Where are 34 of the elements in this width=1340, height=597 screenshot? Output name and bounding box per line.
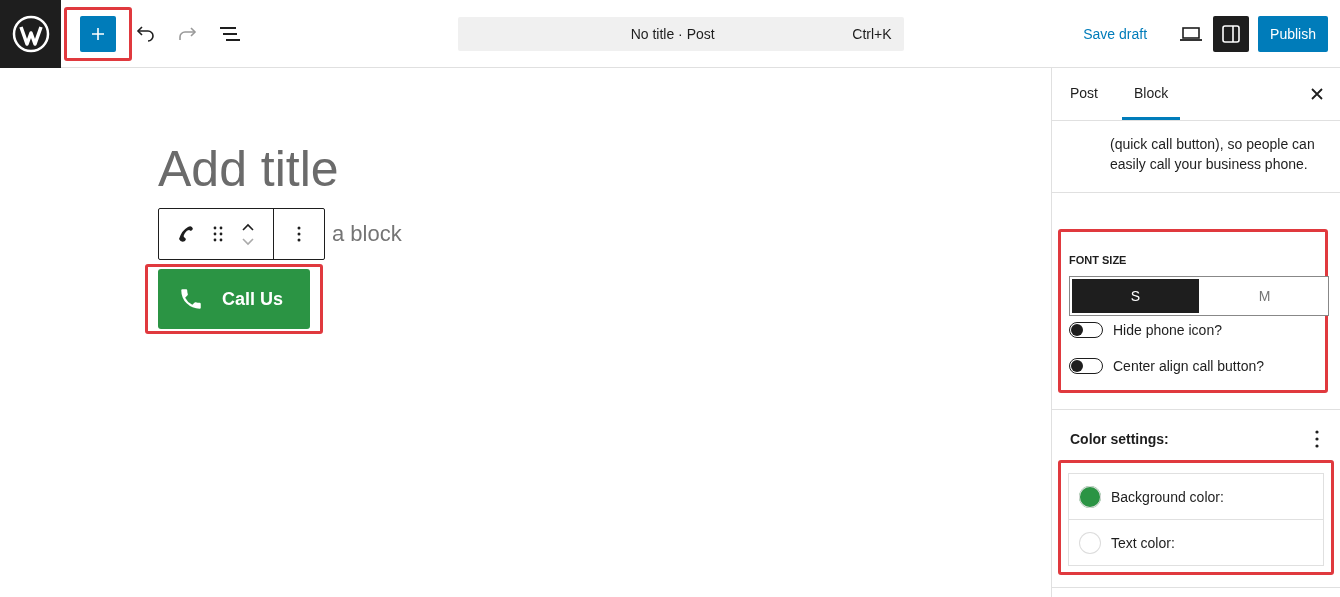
close-icon[interactable] — [1310, 87, 1324, 101]
call-button[interactable]: Call Us — [158, 269, 310, 329]
publish-button[interactable]: Publish — [1258, 15, 1328, 52]
color-item[interactable]: Text color: — [1069, 519, 1323, 565]
shortcut-label: Ctrl+K — [852, 25, 892, 42]
command-bar[interactable]: No title · Post Ctrl+K — [457, 16, 904, 51]
add-block-button[interactable] — [80, 15, 116, 52]
move-up-down-icon[interactable] — [240, 221, 256, 247]
toggle-label: Center align call button? — [1113, 358, 1264, 374]
save-draft-button[interactable]: Save draft — [1077, 24, 1154, 43]
font-size-option[interactable]: S — [1072, 279, 1199, 313]
toggle-switch[interactable] — [1069, 358, 1103, 374]
section-label: FONT SIZE — [1069, 254, 1128, 266]
wordpress-logo[interactable] — [0, 0, 61, 68]
color-item[interactable]: Background color: — [1069, 474, 1323, 519]
toggle-label: Hide phone icon? — [1113, 322, 1222, 338]
toggle-switch[interactable] — [1069, 322, 1103, 338]
paragraph-field[interactable]: a block — [332, 221, 402, 247]
sidebar-tab[interactable]: Block — [1122, 68, 1181, 120]
block-description: (quick call button), so people can — [1110, 135, 1316, 154]
settings-toggle-button[interactable] — [1213, 15, 1250, 52]
block-description: easily call your business phone. — [1110, 155, 1309, 174]
section-title: Color settings: — [1070, 431, 1169, 447]
more-options-icon[interactable] — [1314, 429, 1320, 449]
more-options-icon[interactable] — [296, 225, 302, 243]
phone-icon[interactable] — [176, 224, 196, 244]
phone-icon — [178, 286, 204, 312]
logo-icon — [11, 14, 50, 53]
sidebar-icon — [1221, 23, 1242, 44]
drag-handle-icon[interactable] — [212, 225, 224, 243]
sidebar-tab[interactable]: Post — [1058, 68, 1110, 120]
document-title: No title · Post — [630, 25, 715, 42]
plus-icon — [90, 25, 106, 42]
title-field[interactable]: Add title — [158, 138, 1051, 200]
